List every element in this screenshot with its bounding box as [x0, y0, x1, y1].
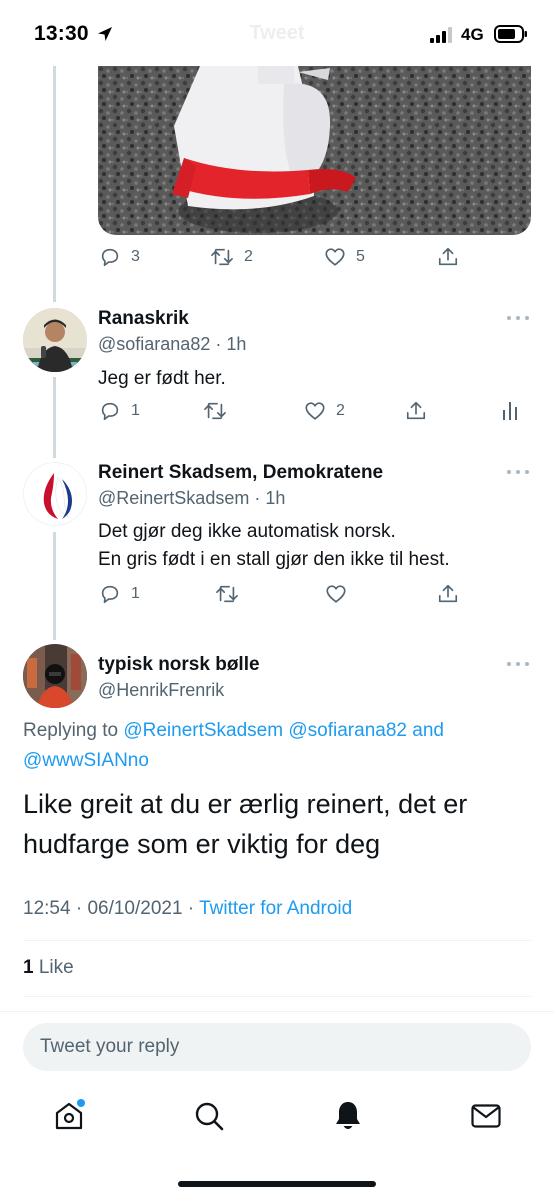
- handle[interactable]: @sofiarana82: [98, 334, 210, 354]
- reply-button[interactable]: 1: [99, 400, 140, 422]
- reply-icon: [101, 248, 119, 267]
- avatar[interactable]: [23, 644, 87, 708]
- reply-count: 3: [131, 248, 140, 265]
- reply-count: 1: [131, 585, 140, 602]
- more-options-icon[interactable]: [506, 314, 530, 322]
- tab-home[interactable]: [51, 1098, 87, 1134]
- handle[interactable]: @HenrikFrenrik: [98, 680, 224, 701]
- battery-icon: [494, 25, 527, 43]
- analytics-button[interactable]: [500, 400, 520, 422]
- retweet-button[interactable]: [203, 400, 227, 422]
- like-icon: [305, 402, 325, 420]
- cellular-signal-icon: [430, 27, 452, 43]
- like-icon: [325, 248, 345, 266]
- messages-icon: [471, 1104, 501, 1128]
- tweet-text-line: Jeg er født her.: [98, 368, 226, 389]
- tweet-time[interactable]: 12:54: [23, 898, 71, 919]
- divider: [0, 1011, 554, 1012]
- tweet-text: Jeg er født her.: [98, 365, 226, 393]
- reply-count: 1: [131, 402, 140, 419]
- tweet-actions: 1: [0, 583, 554, 611]
- timestamp: · 1h: [254, 488, 286, 508]
- tweet-actions: 3 2 5: [0, 246, 554, 274]
- tweet-actions: 1 2: [0, 400, 554, 428]
- display-name[interactable]: Reinert Skadsem, Demokratene: [98, 462, 383, 484]
- like-count: 2: [336, 402, 345, 419]
- reply-input[interactable]: [23, 1023, 531, 1071]
- like-button[interactable]: 5: [324, 246, 365, 268]
- retweet-count: 2: [244, 248, 253, 265]
- tweet-text-line: En gris født i en stall gjør den ikke ti…: [98, 549, 450, 570]
- meta-separator: ·: [70, 898, 88, 919]
- retweet-icon: [216, 585, 238, 603]
- share-button[interactable]: [437, 246, 459, 268]
- home-icon: [55, 1099, 85, 1130]
- retweet-icon: [211, 248, 233, 266]
- like-button[interactable]: [325, 583, 347, 605]
- replying-to: Replying to @ReinertSkadsem @sofiarana82…: [23, 716, 523, 776]
- divider: [23, 940, 531, 941]
- like-total: 1: [23, 957, 34, 978]
- share-button[interactable]: [405, 400, 427, 422]
- handle-line: @ReinertSkadsem · 1h: [98, 488, 285, 509]
- tweet-source-link[interactable]: Twitter for Android: [199, 898, 352, 919]
- mention-link[interactable]: @sofiarana82: [288, 720, 407, 741]
- avatar[interactable]: [23, 462, 87, 526]
- like-count: 5: [356, 248, 365, 265]
- share-button[interactable]: [437, 583, 459, 605]
- tweet-meta: 12:54 · 06/10/2021 · Twitter for Android: [23, 898, 352, 920]
- meta-separator: ·: [182, 898, 200, 919]
- tweet-media-image[interactable]: [98, 66, 531, 235]
- analytics-icon: [503, 402, 517, 420]
- share-icon: [438, 584, 458, 603]
- mention-link[interactable]: @wwwSIANno: [23, 750, 149, 771]
- like-label: Like: [33, 957, 74, 978]
- tab-search[interactable]: [191, 1098, 227, 1134]
- retweet-icon: [204, 402, 226, 420]
- share-icon: [406, 401, 426, 420]
- avatar[interactable]: [23, 308, 87, 372]
- tweet-text-line: Det gjør deg ikke automatisk norsk.: [98, 521, 396, 542]
- reply-button[interactable]: 1: [99, 583, 140, 605]
- retweet-button[interactable]: 2: [210, 246, 253, 268]
- search-icon: [195, 1102, 224, 1131]
- notifications-icon: [336, 1102, 360, 1129]
- more-options-icon[interactable]: [506, 660, 530, 668]
- replying-to-label: Replying to: [23, 720, 124, 741]
- retweet-button[interactable]: [215, 583, 239, 605]
- display-name[interactable]: Ranaskrik: [98, 308, 189, 330]
- more-options-icon[interactable]: [506, 468, 530, 476]
- tab-notifications[interactable]: [330, 1098, 366, 1134]
- reply-button[interactable]: 3: [99, 246, 140, 268]
- handle[interactable]: @ReinertSkadsem: [98, 488, 249, 508]
- mention-link[interactable]: @ReinertSkadsem: [123, 720, 283, 741]
- like-button[interactable]: 2: [304, 400, 345, 422]
- tweet-date[interactable]: 06/10/2021: [87, 898, 182, 919]
- tab-messages[interactable]: [468, 1098, 504, 1134]
- reply-icon: [101, 585, 119, 604]
- likes-summary[interactable]: 1 Like: [23, 957, 74, 979]
- share-icon: [438, 247, 458, 266]
- handle-line: @sofiarana82 · 1h: [98, 334, 246, 355]
- home-indicator[interactable]: [178, 1181, 376, 1187]
- like-icon: [326, 585, 346, 603]
- status-bar: 13:30 Tweet 4G: [0, 0, 554, 66]
- tweet-text: Like greit at du er ærlig reinert, det e…: [23, 789, 468, 859]
- tweet-text: Det gjør deg ikke automatisk norsk. En g…: [98, 518, 450, 574]
- divider: [23, 996, 531, 997]
- timestamp: · 1h: [215, 334, 247, 354]
- mention-joiner[interactable]: and: [407, 720, 444, 741]
- reply-icon: [101, 402, 119, 421]
- display-name[interactable]: typisk norsk bølle: [98, 654, 260, 676]
- network-type: 4G: [461, 25, 484, 44]
